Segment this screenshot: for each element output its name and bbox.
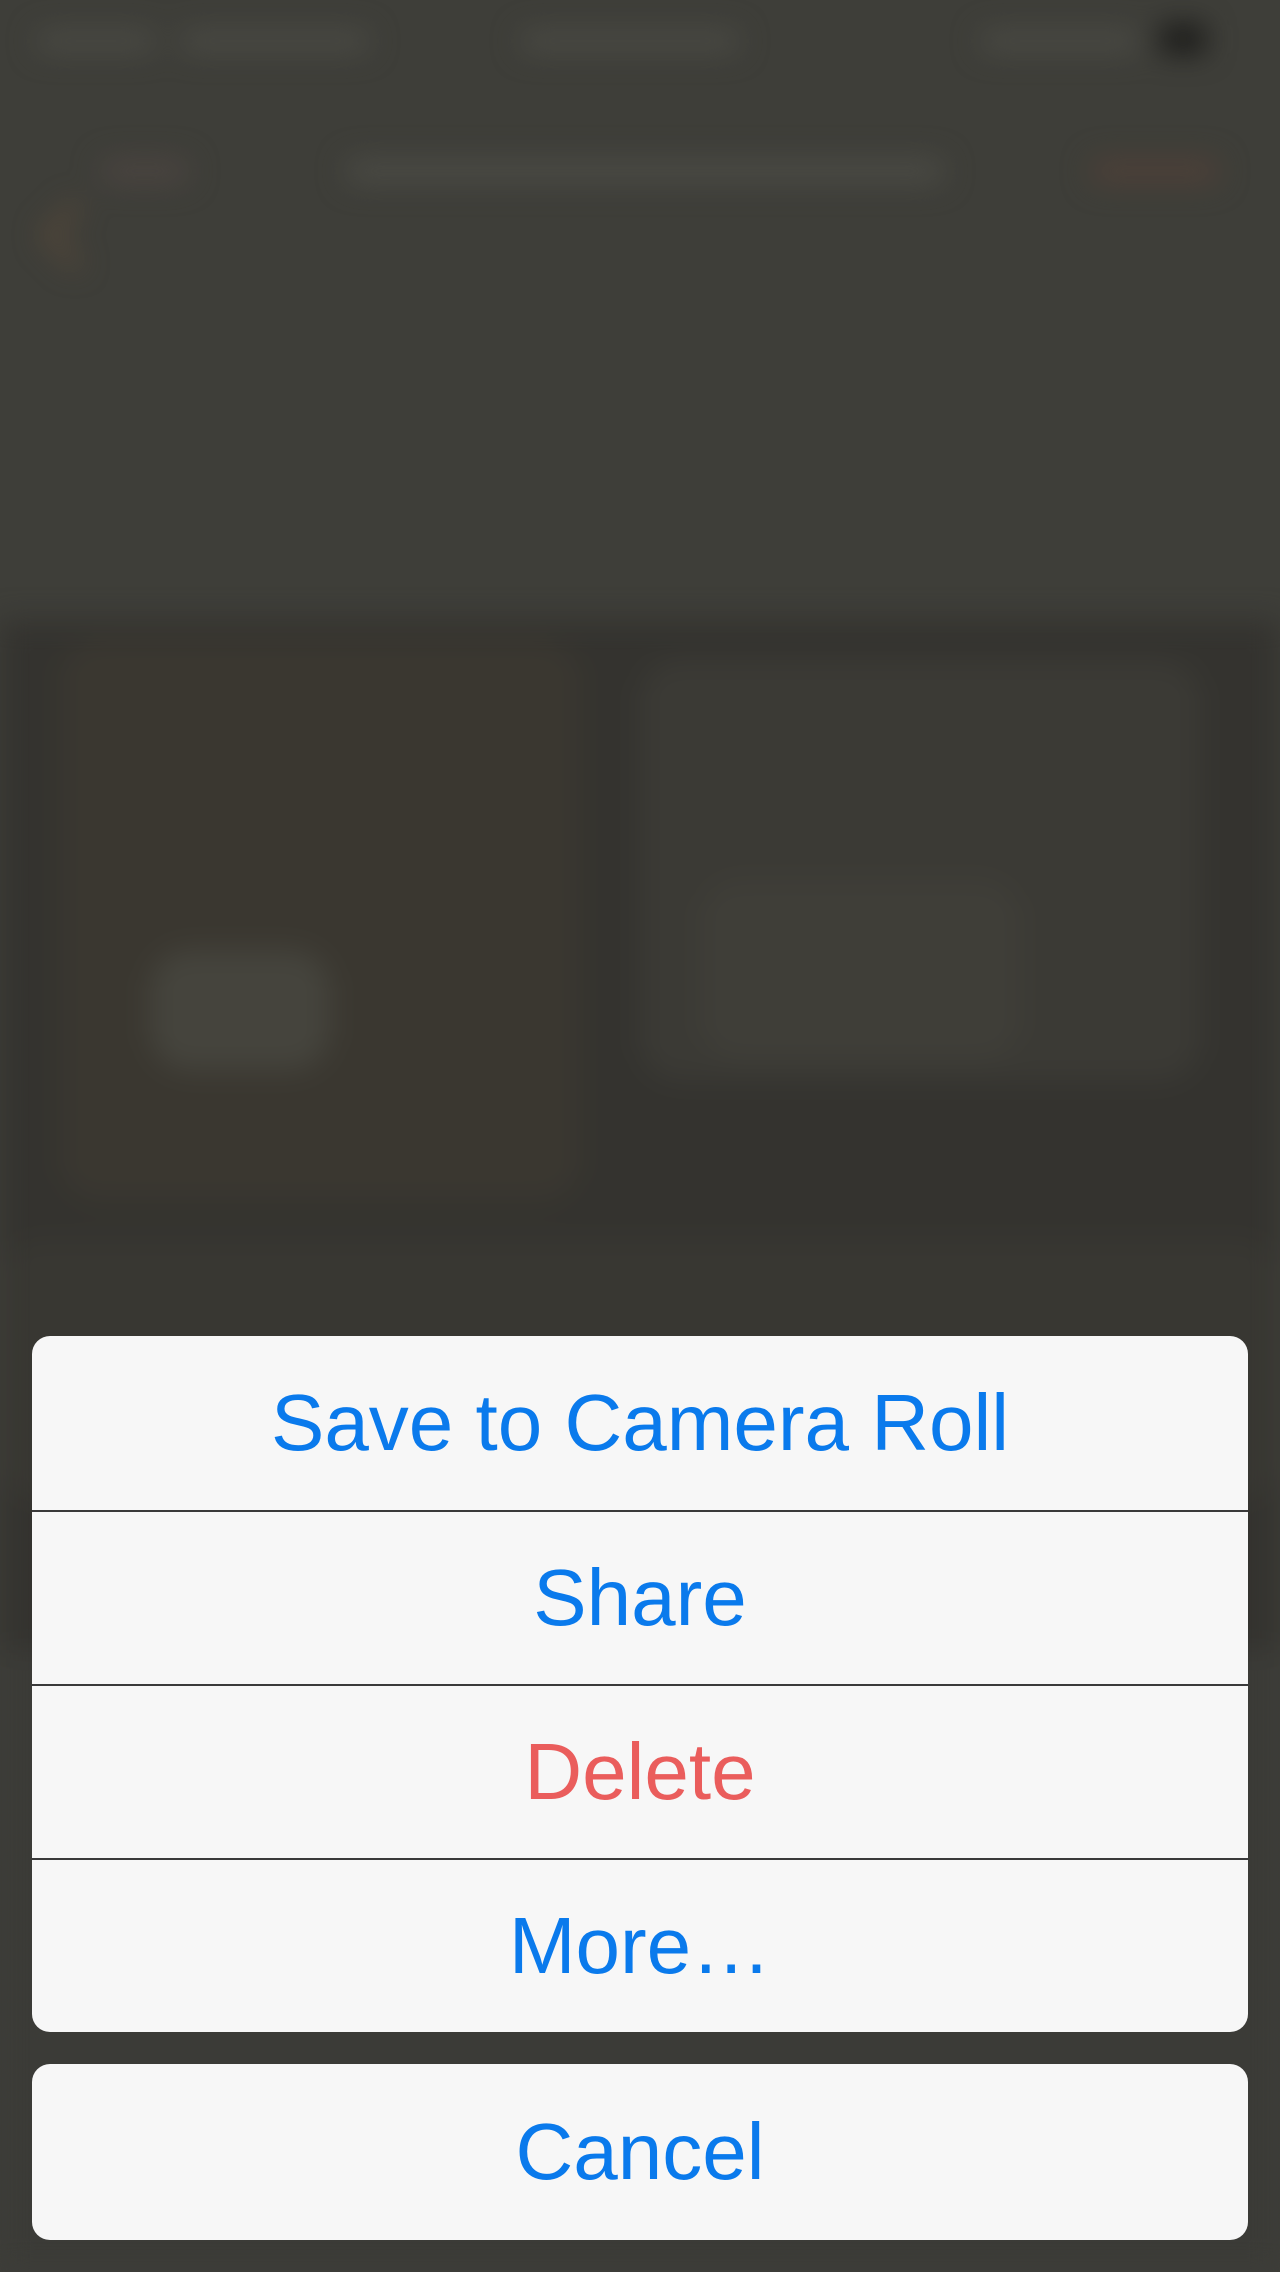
action-sheet-cancel-group: Cancel xyxy=(32,2064,1248,2240)
share-button[interactable]: Share xyxy=(32,1510,1248,1684)
back-button xyxy=(100,158,190,184)
status-bar xyxy=(0,0,1280,80)
more-button[interactable]: More… xyxy=(32,1858,1248,2032)
photo-region xyxy=(60,640,580,1200)
clock xyxy=(520,30,740,52)
action-sheet: Save to Camera Roll Share Delete More… C… xyxy=(32,1336,1248,2240)
carrier-label xyxy=(180,30,370,52)
back-chevron-icon xyxy=(39,199,111,271)
nav-action-button xyxy=(1090,158,1220,184)
navigation-bar xyxy=(0,80,1280,271)
nav-title xyxy=(345,158,945,184)
photo-highlight xyxy=(700,880,1020,1060)
signal-indicator xyxy=(36,30,156,52)
battery-icon xyxy=(1160,24,1206,54)
battery-percentage xyxy=(980,30,1140,52)
save-to-camera-roll-button[interactable]: Save to Camera Roll xyxy=(32,1336,1248,1510)
delete-button[interactable]: Delete xyxy=(32,1684,1248,1858)
action-sheet-options: Save to Camera Roll Share Delete More… xyxy=(32,1336,1248,2032)
cancel-button[interactable]: Cancel xyxy=(32,2064,1248,2240)
photo-highlight xyxy=(150,950,330,1070)
